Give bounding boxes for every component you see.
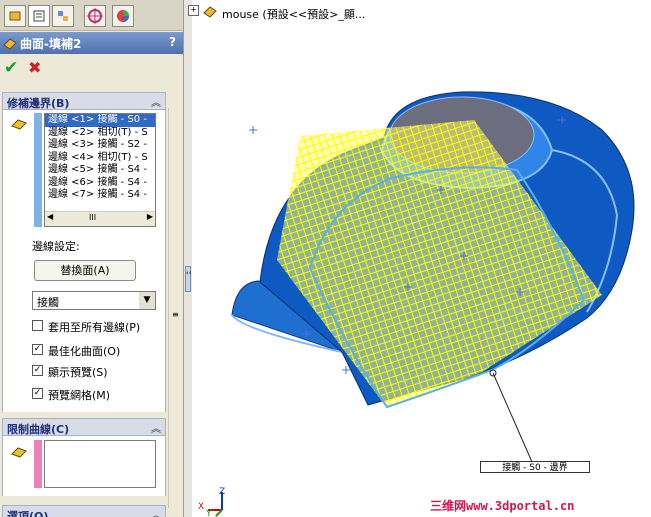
- property-manager-tab[interactable]: [28, 5, 50, 27]
- part-icon: [203, 6, 217, 18]
- ok-button[interactable]: ✔: [4, 58, 18, 78]
- checkbox-box[interactable]: ✓: [32, 344, 43, 355]
- collapse-icon[interactable]: ︽: [151, 94, 161, 109]
- configuration-icon: [58, 11, 68, 21]
- graphics-viewport[interactable]: Z X Y: [192, 0, 651, 517]
- edge-selection-icon: [11, 119, 27, 130]
- collapse-icon[interactable]: ︽: [151, 507, 161, 517]
- checkbox-box[interactable]: ✓: [32, 388, 43, 399]
- callout-leader: [492, 372, 533, 463]
- edge-list-item[interactable]: 邊線 <2> 相切(T) - S: [45, 127, 155, 140]
- constraint-curves-header[interactable]: 限制曲線(C) ︽: [2, 418, 166, 436]
- swap-face-button[interactable]: 替換面(A): [34, 260, 136, 281]
- checkbox-box[interactable]: ✓: [32, 365, 43, 376]
- selection-color-strip: [34, 113, 42, 227]
- model-view: Z X Y: [198, 91, 635, 517]
- expand-icon[interactable]: +: [188, 5, 199, 16]
- triad-x-label: X: [198, 502, 204, 512]
- checkbox-box[interactable]: [32, 320, 43, 331]
- option-label: 顯示預覽(S): [48, 366, 108, 379]
- scroll-left-icon[interactable]: ◀: [47, 212, 53, 221]
- help-button[interactable]: ?: [169, 35, 176, 49]
- view-triad: Z X Y: [198, 487, 225, 517]
- panel-splitter[interactable]: ‹‹: [184, 0, 192, 517]
- patch-boundary-title: 修補邊界(B): [7, 97, 70, 110]
- options-title: 選項(O): [7, 510, 49, 517]
- constraint-color-strip: [34, 440, 42, 488]
- curve-selection-icon: [11, 447, 27, 458]
- display-manager-tab[interactable]: [112, 5, 134, 27]
- edge-list-item[interactable]: 邊線 <5> 接觸 - S4 -: [45, 164, 155, 177]
- collapse-icon[interactable]: ︽: [151, 420, 161, 435]
- panel-scrollbar[interactable]: ≡: [168, 108, 183, 508]
- triad-z-label: Z: [219, 487, 225, 497]
- feature-manager-tab[interactable]: [4, 5, 26, 27]
- option-label: 套用至所有邊線(P): [48, 321, 141, 334]
- curvature-value: 接觸: [37, 296, 59, 309]
- edge-list-item[interactable]: 邊線 <1> 接觸 - S0 -: [45, 114, 155, 127]
- constraint-curves-title: 限制曲線(C): [7, 423, 70, 436]
- cancel-button[interactable]: ✖: [28, 58, 41, 77]
- option-label: 最佳化曲面(O): [48, 345, 121, 358]
- constraint-curve-list[interactable]: [44, 440, 156, 488]
- property-manager-icon: [33, 10, 45, 22]
- edge-list-item[interactable]: 邊線 <3> 接觸 - S2 -: [45, 139, 155, 152]
- boundary-edge-list[interactable]: 邊線 <1> 接觸 - S0 - 邊線 <2> 相切(T) - S 邊線 <3> 接…: [44, 113, 156, 227]
- watermark: 三维网www.3dportal.cn: [430, 499, 575, 513]
- edge-callout[interactable]: 接觸 - S0 - 邊界: [480, 461, 590, 473]
- option-label: 預覽網格(M): [48, 389, 111, 402]
- edge-list-item[interactable]: 邊線 <6> 接觸 - S4 -: [45, 177, 155, 190]
- scroll-right-icon[interactable]: ▶: [147, 212, 153, 221]
- patch-boundary-header[interactable]: 修補邊界(B) ︽: [2, 92, 166, 110]
- edge-list-item[interactable]: 邊線 <7> 接觸 - S4 -: [45, 189, 155, 202]
- configuration-tab[interactable]: [52, 5, 74, 27]
- model-name: mouse (預設<<預設>_顯...: [222, 8, 366, 21]
- curvature-control-select[interactable]: 接觸 ▼: [32, 291, 156, 310]
- edge-list-scrollbar[interactable]: ◀ III ▶: [45, 211, 155, 226]
- splitter-handle[interactable]: ‹‹: [185, 266, 192, 292]
- panel-tab-bar: [0, 0, 183, 31]
- display-icon: [117, 10, 129, 22]
- feature-title-bar: 曲面-填補2 ?: [0, 32, 183, 54]
- scroll-thumb[interactable]: III: [89, 213, 96, 222]
- chevron-down-icon[interactable]: ▼: [139, 292, 155, 309]
- property-manager-panel: 曲面-填補2 ? ✔ ✖ 修補邊界(B) ︽ 邊線 <1> 接觸 - S0 -邊…: [0, 0, 184, 517]
- ok-cancel-row: ✔ ✖: [0, 56, 183, 82]
- feature-manager-icon: [9, 11, 21, 21]
- options-header[interactable]: 選項(O) ︽: [2, 505, 166, 517]
- scroll-grip[interactable]: ≡: [172, 310, 179, 319]
- dimxpert-icon: [87, 8, 103, 24]
- edge-list-item[interactable]: 邊線 <4> 相切(T) - S: [45, 152, 155, 165]
- dimxpert-tab[interactable]: [84, 5, 106, 27]
- feature-title: 曲面-填補2: [20, 37, 82, 51]
- edge-settings-label: 邊線設定:: [32, 240, 80, 253]
- triad-y-label: Y: [205, 509, 212, 517]
- fill-surface-icon: [3, 38, 17, 50]
